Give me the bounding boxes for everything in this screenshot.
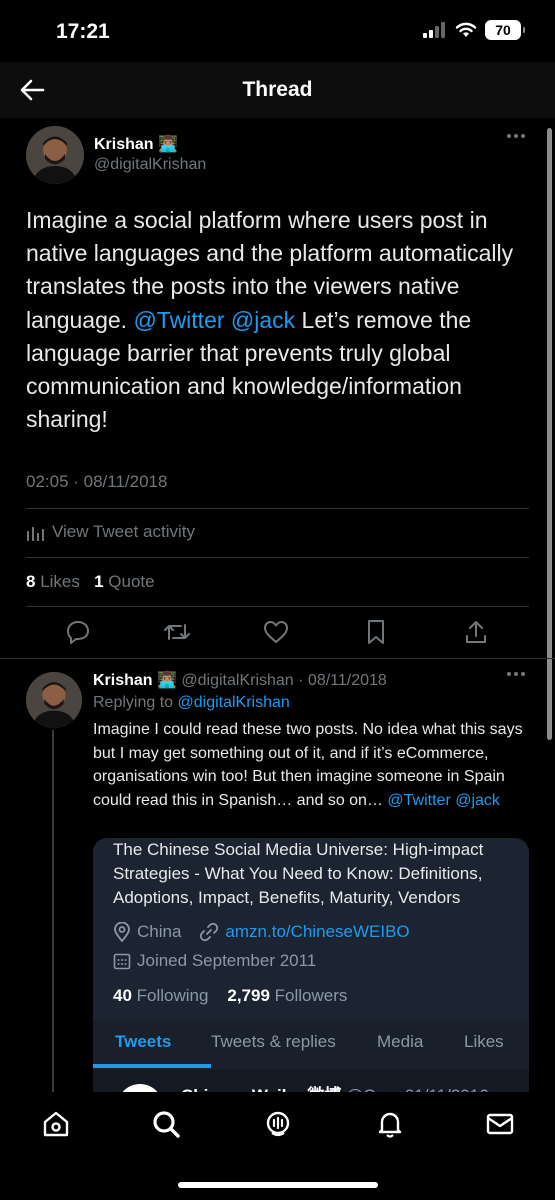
spaces-icon	[266, 1111, 290, 1137]
bookmark-button[interactable]	[360, 616, 392, 648]
card-followers[interactable]: 2,799 Followers	[227, 986, 347, 1005]
quotes-stat[interactable]: 1 Quote	[94, 572, 155, 591]
following-label: Following	[136, 986, 209, 1005]
nav-home[interactable]	[40, 1108, 72, 1140]
replying-to-label: Replying to	[93, 694, 174, 711]
heart-icon	[264, 621, 288, 643]
retweet-button[interactable]	[161, 616, 193, 648]
nav-messages[interactable]	[484, 1108, 516, 1140]
quotes-count: 1	[94, 572, 104, 591]
more-options-button[interactable]	[506, 133, 526, 139]
replying-to-handle[interactable]: @digitalKrishan	[178, 694, 290, 711]
embedded-profile-card[interactable]: The Chinese Social Media Universe: High-…	[93, 838, 529, 1098]
reply-more-options-button[interactable]	[506, 671, 526, 677]
author-emoji: 👨🏽‍💻	[158, 136, 178, 153]
tab-media[interactable]: Media	[377, 1032, 423, 1052]
cellular-signal-icon	[423, 22, 445, 38]
more-dots-icon	[507, 134, 525, 138]
nav-search[interactable]	[150, 1108, 182, 1140]
divider	[26, 606, 529, 607]
link-icon	[200, 922, 219, 942]
bookmark-icon	[368, 620, 384, 644]
nav-spaces[interactable]	[262, 1108, 294, 1140]
card-following[interactable]: 40 Following	[113, 986, 208, 1005]
view-activity-label: View Tweet activity	[52, 522, 195, 541]
card-location-row: China amzn.to/ChineseWEIBO	[113, 922, 410, 942]
view-activity-link[interactable]: View Tweet activity	[26, 522, 195, 542]
messages-icon	[486, 1113, 514, 1135]
home-indicator[interactable]	[178, 1182, 378, 1188]
scrollbar-thumb[interactable]	[547, 128, 552, 740]
card-location: China	[137, 922, 182, 941]
share-button[interactable]	[460, 616, 492, 648]
nav-notifications[interactable]	[374, 1108, 406, 1140]
reply-icon	[67, 621, 89, 644]
tab-tweets[interactable]: Tweets	[115, 1032, 171, 1052]
wifi-icon	[455, 22, 477, 37]
author-handle[interactable]: @digitalKrishan	[94, 156, 206, 174]
avatar[interactable]	[26, 126, 84, 184]
reply-author-line[interactable]: Krishan 👨🏽‍💻 @digitalKrishan · 08/11/201…	[93, 670, 387, 690]
following-count: 40	[113, 986, 132, 1005]
replying-to-line: Replying to @digitalKrishan	[93, 694, 290, 712]
followers-label: Followers	[274, 986, 348, 1005]
card-follow-stats: 40 Following 2,799 Followers	[113, 986, 347, 1006]
battery-indicator: 70	[485, 20, 525, 40]
reply-author-emoji: 👨🏽‍💻	[157, 672, 177, 689]
mention-jack[interactable]: @jack	[455, 792, 500, 809]
tweet-timestamp: 02:05 · 08/11/2018	[26, 472, 168, 491]
likes-stat[interactable]: 8 Likes	[26, 572, 80, 591]
status-time: 17:21	[56, 20, 110, 43]
bar-chart-icon	[27, 527, 44, 541]
active-tab-indicator	[93, 1064, 211, 1068]
followers-count: 2,799	[227, 986, 270, 1005]
page-title: Thread	[242, 78, 313, 101]
mention-twitter[interactable]: @Twitter	[387, 792, 450, 809]
avatar-image	[26, 672, 82, 728]
card-link[interactable]: amzn.to/ChineseWEIBO	[225, 922, 409, 942]
card-joined: Joined September 2011	[137, 951, 317, 970]
divider	[26, 508, 529, 509]
like-button[interactable]	[260, 616, 292, 648]
quotes-label: Quote	[108, 572, 155, 591]
more-dots-icon	[507, 672, 525, 676]
avatar-image	[26, 126, 84, 184]
retweet-icon	[164, 624, 190, 640]
likes-count: 8	[26, 572, 36, 591]
tab-likes[interactable]: Likes	[464, 1032, 504, 1052]
location-pin-icon	[114, 922, 130, 942]
author-line[interactable]: Krishan 👨🏽‍💻	[94, 134, 178, 154]
engagement-stats: 8 Likes 1 Quote	[26, 572, 155, 592]
calendar-icon	[113, 953, 131, 970]
divider	[26, 557, 529, 558]
mention-jack[interactable]: @jack	[231, 307, 295, 333]
avatar[interactable]	[26, 672, 82, 728]
reply-author-name: Krishan	[93, 672, 153, 689]
author-name: Krishan	[94, 136, 154, 153]
thread-connector-line	[52, 730, 54, 1092]
tweet-actions	[0, 616, 555, 648]
card-joined-row: Joined September 2011	[113, 951, 316, 971]
home-icon	[43, 1111, 69, 1137]
reply-text: Imagine I could read these two posts. No…	[93, 718, 533, 812]
card-title: The Chinese Social Media Universe: High-…	[113, 840, 484, 907]
mention-twitter[interactable]: @Twitter	[133, 307, 224, 333]
notifications-icon	[378, 1112, 402, 1138]
reply-button[interactable]	[62, 616, 94, 648]
divider	[0, 658, 555, 659]
tab-tweets-replies[interactable]: Tweets & replies	[211, 1032, 336, 1052]
reply-author-handle: @digitalKrishan	[181, 672, 294, 689]
battery-level: 70	[495, 22, 511, 38]
reply-date: · 08/11/2018	[298, 672, 387, 689]
tweet-text: Imagine a social platform where users po…	[26, 204, 531, 436]
share-icon	[466, 621, 486, 643]
status-icons: 70	[423, 20, 525, 40]
search-icon	[153, 1111, 180, 1138]
likes-label: Likes	[40, 572, 80, 591]
